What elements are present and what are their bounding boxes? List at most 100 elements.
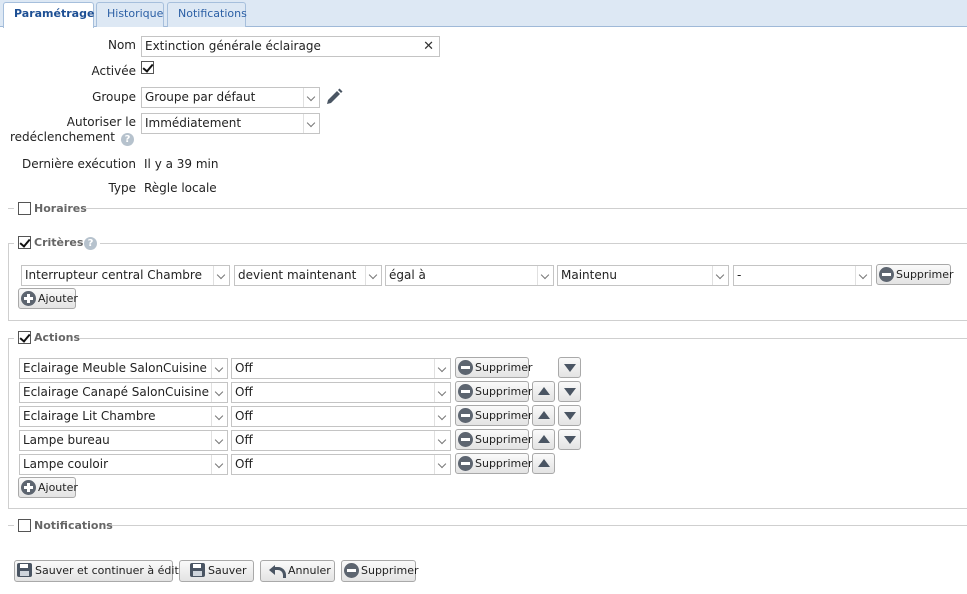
criteria-extra-select[interactable]: - [733,265,872,286]
notifications-header: Notifications [14,518,113,533]
save-button[interactable]: Sauver [179,560,254,582]
action-delete-label: Supprimer [475,457,533,470]
move-down-button[interactable] [558,381,581,402]
move-down-button[interactable] [558,429,581,450]
minus-circle-icon [458,431,473,447]
criteria-operator-value: égal à [389,268,426,282]
nom-input[interactable]: Extinction générale éclairage ✕ [141,36,440,57]
criteria-event-select[interactable]: devient maintenant [234,265,382,286]
actions-legend: Actions [34,331,80,344]
actions-checkbox[interactable] [18,331,31,344]
chevron-down-icon [434,431,450,450]
action-value-select[interactable]: Off [231,454,451,475]
action-device-select[interactable]: Eclairage Canapé SalonCuisine [19,382,228,403]
chevron-down-icon [211,383,227,402]
horaires-divider [8,208,967,209]
criteria-device-select[interactable]: Interrupteur central Chambre [21,265,230,286]
action-value-select[interactable]: Off [231,430,451,451]
move-up-button[interactable] [532,381,555,402]
action-value-value: Off [235,385,253,399]
chevron-down-icon [211,407,227,426]
action-delete-button[interactable]: Supprimer [455,453,533,474]
chevron-down-icon [855,266,871,285]
activee-label: Activée [91,64,136,78]
chevron-down-icon [434,407,450,426]
plus-circle-icon [21,479,36,495]
groupe-label: Groupe [92,90,136,104]
criteria-value-value: Maintenu [561,268,617,282]
nom-label: Nom [107,38,136,52]
action-value-value: Off [235,433,253,447]
move-up-button[interactable] [532,429,555,450]
activee-checkbox[interactable] [141,61,154,74]
action-device-value: Eclairage Meuble SalonCuisine [23,361,207,375]
criteres-checkbox[interactable] [18,236,31,249]
minus-circle-icon [344,562,359,578]
action-delete-button[interactable]: Supprimer [455,381,533,402]
clear-icon[interactable]: ✕ [423,37,434,56]
move-down-button[interactable] [558,405,581,426]
chevron-down-icon [211,455,227,474]
edit-pencil-icon[interactable] [325,88,343,106]
minus-circle-icon [458,383,473,399]
actions-header: Actions [14,330,80,346]
action-device-select[interactable]: Lampe bureau [19,430,228,451]
criteria-delete-label: Supprimer [896,268,954,281]
criteria-value-select[interactable]: Maintenu [557,265,729,286]
type-label: Type [108,181,136,195]
criteria-event-value: devient maintenant [238,268,357,282]
minus-circle-icon [458,455,473,471]
floppy-disk-icon [17,563,32,577]
tab-parametrage[interactable]: Paramétrage [3,2,94,28]
action-value-select[interactable]: Off [231,382,451,403]
redeclenchement-select-value: Immédiatement [145,116,242,130]
delete-button[interactable]: Supprimer [341,560,419,582]
criteria-operator-select[interactable]: égal à [385,265,554,286]
criteria-add-button[interactable]: Ajouter [18,288,78,309]
delete-label: Supprimer [361,564,419,577]
cancel-button[interactable]: Annuler [260,560,335,582]
chevron-down-icon [434,359,450,378]
notifications-legend: Notifications [34,519,113,532]
chevron-down-icon [303,88,319,107]
redeclenchement-select[interactable]: Immédiatement [141,113,320,134]
save-continue-label: Sauver et continuer à éditer [35,564,191,577]
action-device-select[interactable]: Eclairage Meuble SalonCuisine [19,358,228,379]
action-device-select[interactable]: Lampe couloir [19,454,228,475]
action-add-button[interactable]: Ajouter [18,477,78,498]
criteria-extra-value: - [737,268,742,282]
chevron-down-icon [434,455,450,474]
redeclenchement-label-line1: Autoriser le [66,115,136,129]
action-delete-button[interactable]: Supprimer [455,357,533,378]
criteria-delete-button[interactable]: Supprimer [876,264,954,285]
chevron-down-icon [211,431,227,450]
action-delete-button[interactable]: Supprimer [455,405,533,426]
chevron-down-icon [303,114,319,133]
action-device-value: Lampe bureau [23,433,110,447]
action-value-select[interactable]: Off [231,406,451,427]
cancel-label: Annuler [288,564,331,577]
tab-notifications[interactable]: Notifications [167,2,247,27]
action-device-select[interactable]: Eclairage Lit Chambre [19,406,228,427]
action-delete-button[interactable]: Supprimer [455,429,533,450]
horaires-checkbox[interactable] [18,202,31,215]
tab-historique[interactable]: Historique [96,2,164,27]
chevron-down-icon [365,266,381,285]
save-continue-button[interactable]: Sauver et continuer à éditer [14,560,190,582]
move-down-button[interactable] [558,357,581,378]
criteres-help-icon[interactable]: ? [84,237,97,250]
groupe-select-value: Groupe par défaut [145,90,256,104]
criteria-add-label: Ajouter [38,292,78,305]
action-value-value: Off [235,457,253,471]
save-label: Sauver [208,564,247,577]
chevron-down-icon [712,266,728,285]
move-up-button[interactable] [532,453,555,474]
groupe-select[interactable]: Groupe par défaut [141,87,320,108]
criteres-legend: Critères [34,236,84,249]
notifications-divider [8,525,967,526]
notifications-checkbox[interactable] [18,519,31,532]
move-up-button[interactable] [532,405,555,426]
tab-bar: Paramétrage Historique Notifications [0,0,967,28]
help-icon[interactable]: ? [121,133,134,146]
action-value-select[interactable]: Off [231,358,451,379]
